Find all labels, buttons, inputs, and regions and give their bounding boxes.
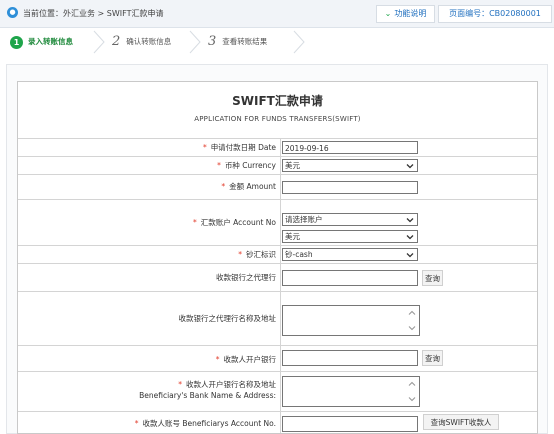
beneficiary-bank-input[interactable]: [282, 350, 418, 366]
account-currency-select[interactable]: 美元: [282, 230, 418, 243]
row-date: * 申请付款日期 Date 2019-09-16: [18, 138, 537, 157]
step-3-label: 查看转账结果: [222, 37, 268, 46]
beneficiary-bank-query-button[interactable]: 查询: [422, 350, 443, 366]
row-currency: * 币种 Currency 美元: [18, 156, 537, 175]
row-agent-bank-address: 收款银行之代理行名称及地址: [18, 291, 537, 346]
beneficiary-account-input[interactable]: [282, 416, 418, 432]
currency-select[interactable]: 美元: [282, 159, 418, 172]
currency-label: * 币种 Currency: [217, 161, 276, 170]
chevron-down-icon: [406, 164, 414, 169]
step-2-number: 2: [112, 34, 121, 49]
scroll-down-icon[interactable]: [408, 395, 416, 403]
step-2-label: 确认转账信息: [126, 37, 172, 46]
agent-bank-query-button[interactable]: 查询: [422, 270, 443, 286]
step-3-number: 3: [208, 34, 217, 49]
row-beneficiary-bank: * 收款人开户银行 查询: [18, 345, 537, 372]
page-number-badge: 页面编号：CB02080001: [438, 5, 552, 23]
row-beneficiary-account: * 收款人账号 Beneficiarys Account No. 查询SWIFT收…: [18, 411, 537, 433]
agent-bank-address-textarea[interactable]: [282, 305, 420, 336]
form-subtitle: APPLICATION FOR FUNDS TRANSFERS(SWIFT): [194, 115, 361, 123]
query-swift-payee-button[interactable]: 查询SWIFT收款人: [423, 414, 499, 430]
cash-flag-value: 钞-cash: [285, 250, 313, 259]
cash-flag-label: * 钞汇标识: [238, 250, 276, 259]
cash-flag-select[interactable]: 钞-cash: [282, 248, 418, 261]
amount-label: * 金额 Amount: [221, 182, 276, 191]
step-arrow-icon: [93, 30, 105, 54]
step-1-number: 1: [10, 35, 23, 49]
breadcrumb: 当前位置：外汇业务 > SWIFT汇款申请: [23, 9, 164, 18]
row-amount: * 金额 Amount: [18, 174, 537, 200]
row-account: * 汇款账户 Account No 请选择账户 美元: [18, 199, 537, 246]
top-bar: ● 当前位置：外汇业务 > SWIFT汇款申请 ⌄ 功能说明 页面编号：CB020…: [0, 0, 554, 28]
beneficiary-bank-address-textarea[interactable]: [282, 376, 420, 407]
chevron-down-icon: [406, 253, 414, 258]
step-2: 2 确认转账信息: [112, 33, 171, 51]
account-currency-value: 美元: [285, 232, 300, 241]
account-value: 请选择账户: [285, 215, 323, 224]
agent-bank-label: 收款银行之代理行: [216, 273, 276, 282]
scroll-down-icon[interactable]: [408, 324, 416, 332]
scroll-up-icon[interactable]: [408, 380, 416, 388]
row-agent-bank: 收款银行之代理行 查询: [18, 263, 537, 292]
step-1: 1 录入转账信息: [10, 33, 73, 51]
agent-bank-input[interactable]: [282, 270, 418, 286]
scroll-up-icon[interactable]: [408, 309, 416, 317]
amount-input[interactable]: [282, 181, 418, 194]
step-arrow-icon: [293, 30, 305, 54]
step-1-label: 录入转账信息: [28, 37, 73, 46]
help-button[interactable]: ⌄ 功能说明: [376, 5, 435, 23]
step-indicator: 1 录入转账信息 2 确认转账信息 3 查看转账结果: [0, 29, 554, 55]
step-arrow-icon: [189, 30, 201, 54]
location-pin-icon: ●: [7, 7, 18, 18]
step-3: 3 查看转账结果: [208, 33, 267, 51]
date-input[interactable]: 2019-09-16: [282, 141, 418, 154]
chevron-down-icon: ⌄: [384, 9, 392, 18]
agent-bank-address-label: 收款银行之代理行名称及地址: [178, 314, 277, 323]
currency-value: 美元: [285, 161, 300, 170]
row-beneficiary-bank-address: * 收款人开户银行名称及地址 Beneficiary's Bank Name & …: [18, 371, 537, 412]
beneficiary-bank-label: * 收款人开户银行: [215, 355, 276, 364]
account-label: * 汇款账户 Account No: [193, 218, 276, 227]
beneficiary-bank-address-label: * 收款人开户银行名称及地址 Beneficiary's Bank Name & …: [139, 380, 276, 400]
row-cash-flag: * 钞汇标识 钞-cash: [18, 245, 537, 264]
help-label: 功能说明: [394, 9, 427, 18]
form-title: SWIFT汇款申请: [232, 94, 323, 108]
beneficiary-account-label: * 收款人账号 Beneficiarys Account No.: [134, 419, 276, 428]
chevron-down-icon: [406, 235, 414, 240]
chevron-down-icon: [406, 218, 414, 223]
date-label: * 申请付款日期 Date: [202, 143, 276, 152]
swift-form: SWIFT汇款申请 APPLICATION FOR FUNDS TRANSFER…: [17, 81, 538, 434]
account-select[interactable]: 请选择账户: [282, 213, 418, 226]
